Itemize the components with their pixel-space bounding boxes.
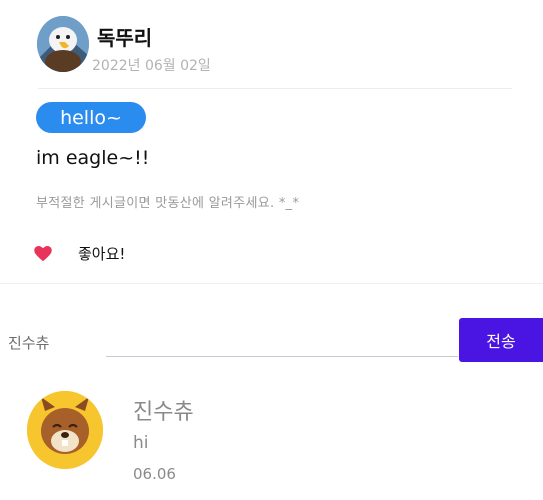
comment-input[interactable] [106, 322, 458, 357]
squirrel-avatar-icon [27, 391, 103, 469]
send-button[interactable]: 전송 [459, 318, 543, 362]
comment-text: hi [133, 433, 149, 453]
report-notice: 부적절한 게시글이면 맛동산에 알려주세요. *_* [36, 196, 300, 211]
post-author-name: 독뚜리 [97, 26, 153, 50]
eagle-avatar-icon [37, 16, 89, 72]
comment-avatar[interactable] [27, 391, 103, 469]
heart-icon[interactable] [34, 246, 52, 262]
post-body: im eagle~!! [36, 147, 150, 169]
comment-date: 06.06 [133, 465, 176, 483]
header-divider [38, 88, 512, 89]
author-avatar[interactable] [37, 16, 89, 72]
commenter-name: 진수츄 [8, 334, 50, 352]
comment-author: 진수츄 [133, 400, 194, 425]
section-divider [0, 283, 543, 284]
post-tag[interactable]: hello~ [36, 102, 146, 133]
post-date: 2022년 06월 02일 [92, 58, 211, 74]
like-label[interactable]: 좋아요! [78, 243, 125, 264]
